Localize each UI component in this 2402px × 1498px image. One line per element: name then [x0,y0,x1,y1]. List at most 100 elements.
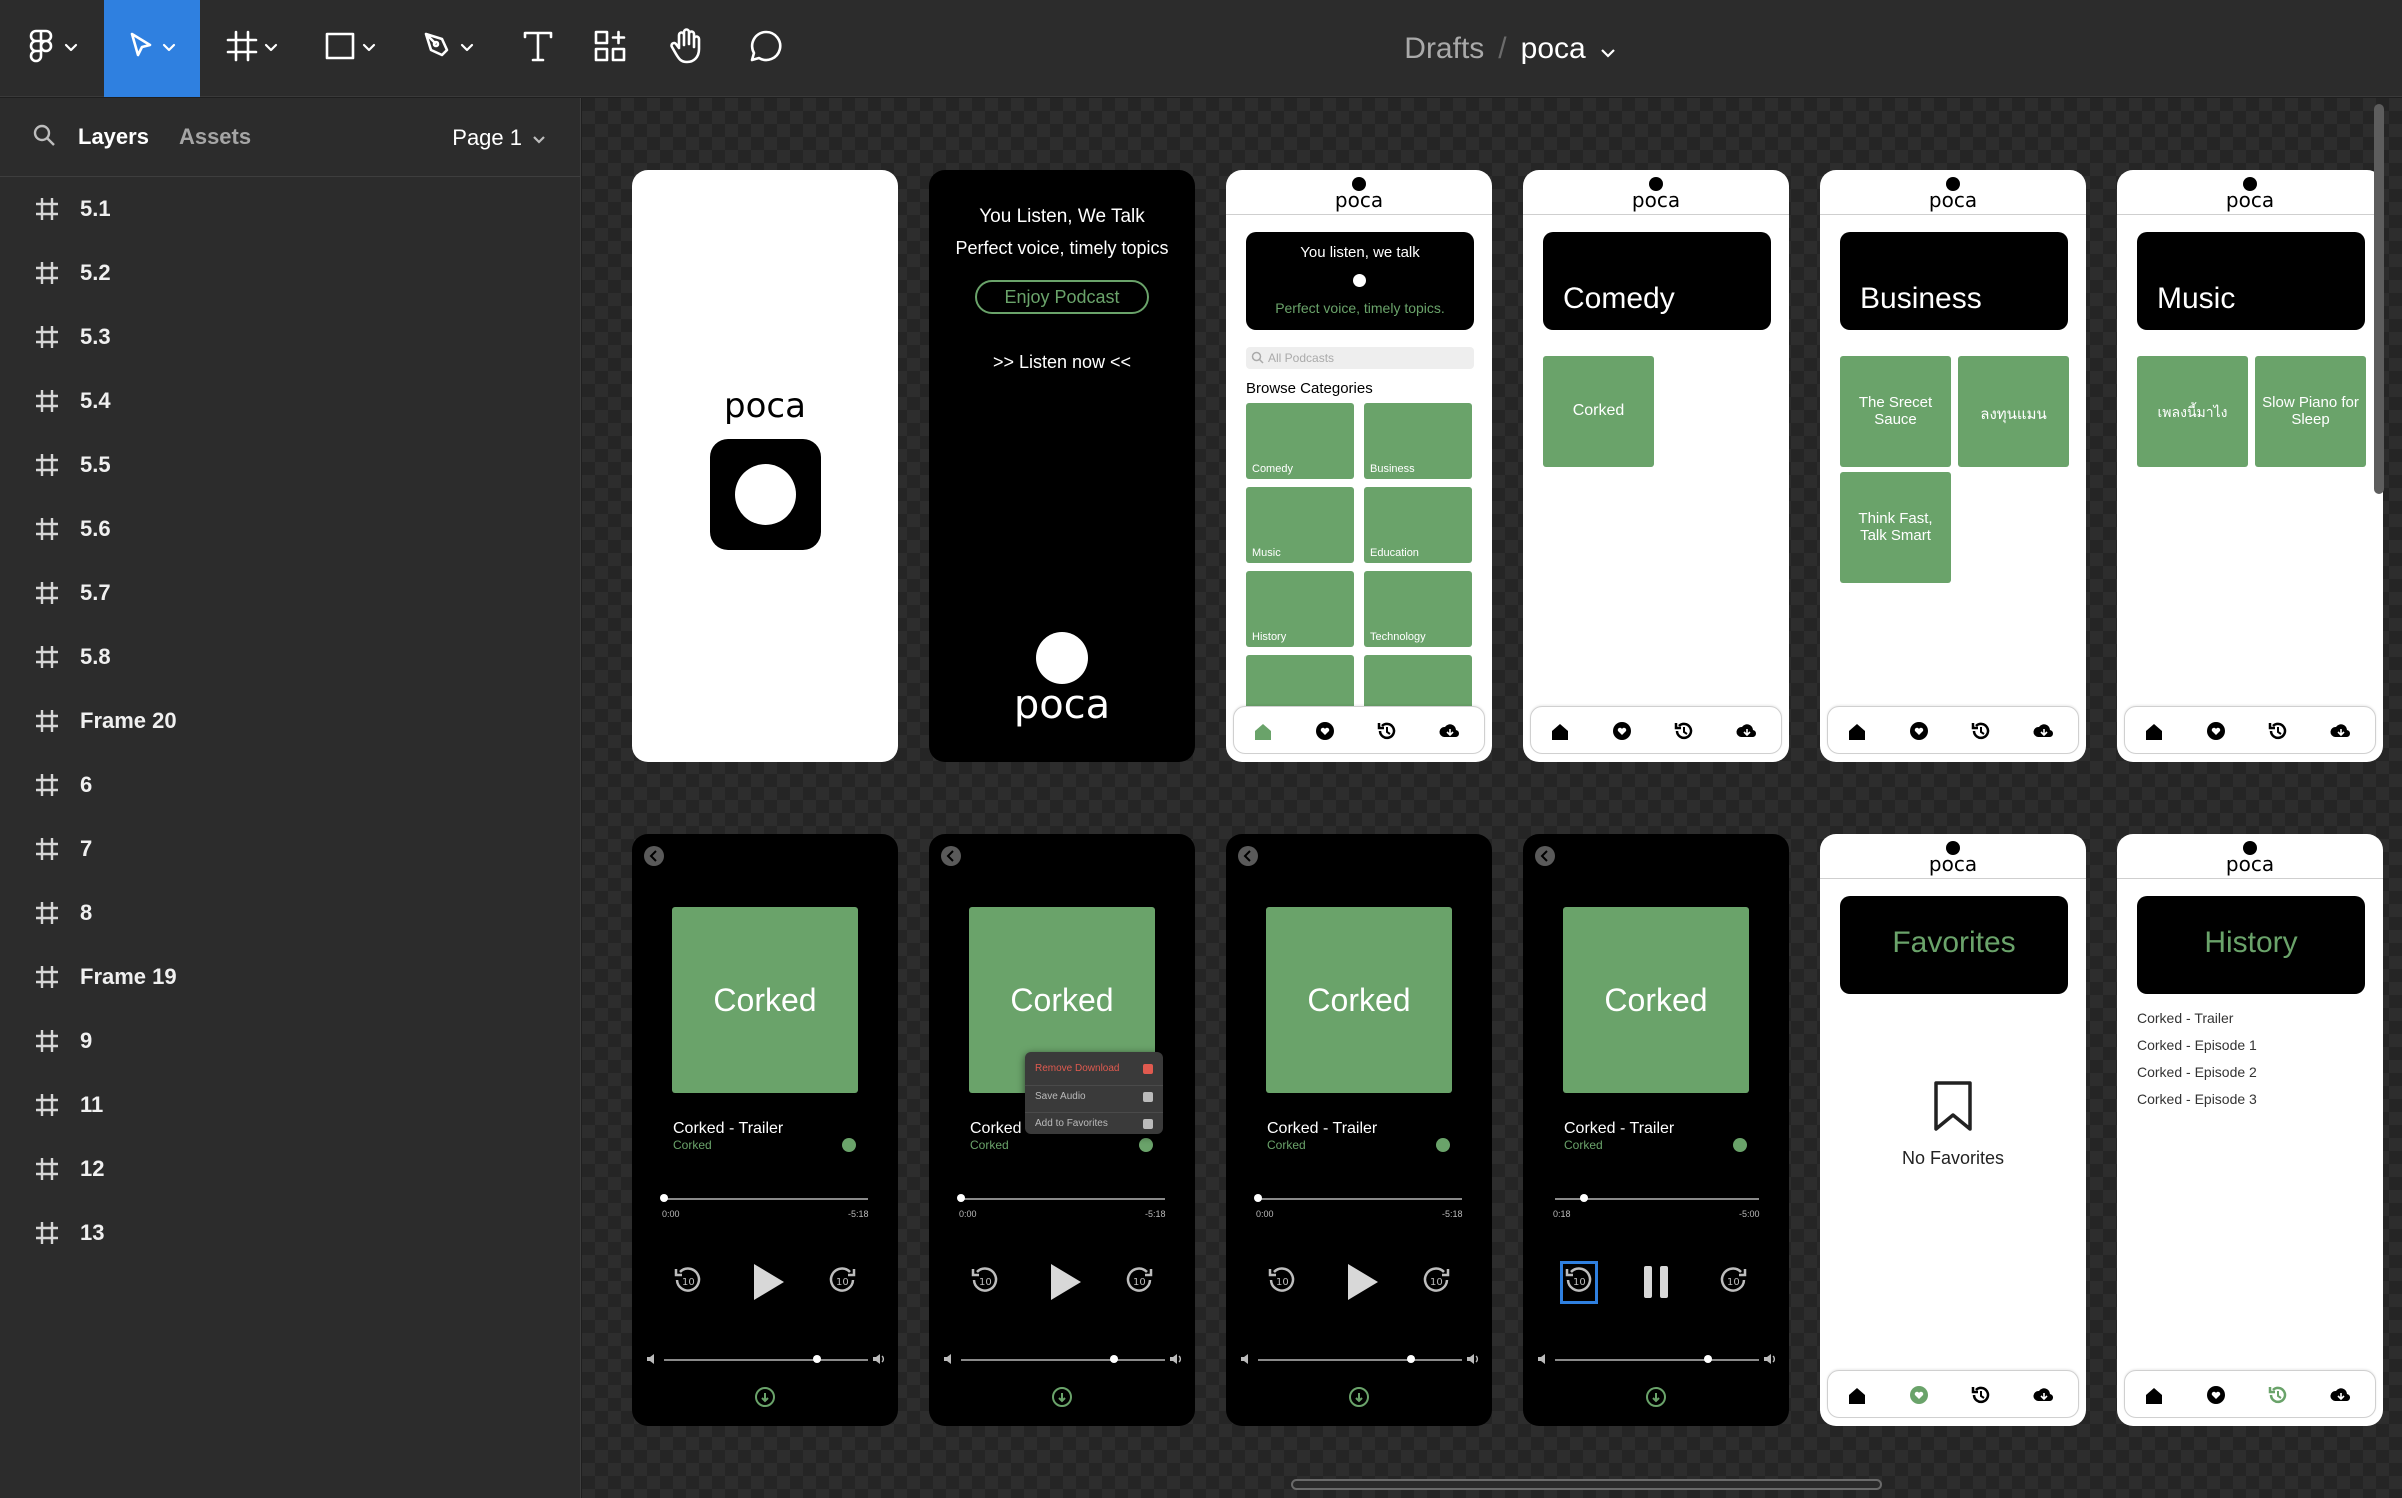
nav-download-icon[interactable] [2329,720,2351,742]
comment-tool-button[interactable] [732,0,800,97]
nav-home-icon[interactable] [2143,720,2165,742]
frame-comedy[interactable]: poca Comedy Corked [1523,170,1789,762]
layer-row[interactable]: 11 [0,1081,581,1129]
layer-row[interactable]: 5.8 [0,633,581,681]
frame-player-menu[interactable]: Corked Corked Corked 0:00 -5:18 10 10 Remove Do… [929,834,1195,1426]
nav-heart-icon[interactable] [1314,720,1336,742]
nav-home-icon[interactable] [1549,720,1571,742]
progress-knob[interactable] [1579,1194,1588,1202]
frame-favorites[interactable]: poca Favorites No Favorites [1820,834,2086,1426]
back-button[interactable] [941,846,961,866]
frame-history[interactable]: poca History Corked - Trailer Corked - E… [2117,834,2383,1426]
frame-splash[interactable]: poca [632,170,898,762]
rewind-10-icon[interactable]: 10 [1266,1264,1298,1301]
nav-history-icon[interactable] [1970,720,1992,742]
volume-track[interactable] [1258,1359,1462,1361]
enjoy-podcast-button[interactable]: Enjoy Podcast [975,280,1149,314]
more-options-icon[interactable] [1139,1138,1153,1152]
vertical-scrollbar[interactable] [2374,104,2384,494]
frame-home[interactable]: poca You listen, we talk Perfect voice, … [1226,170,1492,762]
volume-knob[interactable] [1704,1355,1712,1363]
nav-history-icon[interactable] [1376,720,1398,742]
more-options-icon[interactable] [1733,1138,1747,1152]
forward-10-icon[interactable]: 10 [1123,1264,1155,1301]
play-icon[interactable] [750,1262,786,1307]
nav-heart-icon[interactable] [1908,720,1930,742]
category-tile[interactable]: Technology [1364,571,1472,647]
nav-home-icon[interactable] [1846,1384,1868,1406]
history-item[interactable]: Corked - Trailer [2137,1010,2233,1026]
nav-heart-icon[interactable] [1611,720,1633,742]
layer-row[interactable]: 5.4 [0,377,581,425]
library-icon[interactable] [1050,1385,1074,1409]
pause-icon[interactable] [1641,1264,1671,1305]
nav-download-icon[interactable] [2032,1384,2054,1406]
layer-row[interactable]: 5.7 [0,569,581,617]
layer-row[interactable]: Frame 19 [0,953,581,1001]
show-name[interactable]: Corked [970,1138,1009,1152]
nav-home-icon[interactable] [1252,720,1274,742]
podcast-tile[interactable]: เพลงนี้มาไง [2137,356,2248,467]
main-menu-button[interactable] [0,0,104,97]
progress-track[interactable] [961,1198,1165,1200]
play-icon[interactable] [1344,1262,1380,1307]
search-input[interactable]: All Podcasts [1246,347,1474,369]
progress-knob[interactable] [1254,1194,1262,1202]
resources-tool-button[interactable] [578,0,642,97]
layer-row[interactable]: 9 [0,1017,581,1065]
category-tile[interactable]: Business [1364,403,1472,479]
nav-history-icon[interactable] [2267,1384,2289,1406]
layer-row[interactable]: 5.2 [0,249,581,297]
volume-knob[interactable] [813,1355,821,1363]
nav-heart-icon[interactable] [2205,1384,2227,1406]
layer-row[interactable]: 5.6 [0,505,581,553]
history-item[interactable]: Corked - Episode 1 [2137,1037,2257,1053]
context-menu-item[interactable]: Remove Download [1025,1058,1163,1082]
nav-heart-icon[interactable] [1908,1384,1930,1406]
layer-row[interactable]: 5.5 [0,441,581,489]
nav-download-icon[interactable] [2032,720,2054,742]
podcast-tile[interactable]: ลงทุนแมน [1958,356,2069,467]
volume-track[interactable] [1555,1359,1759,1361]
forward-10-icon[interactable]: 10 [826,1264,858,1301]
category-tile[interactable]: History [1246,571,1354,647]
progress-track[interactable] [1258,1198,1462,1200]
search-icon[interactable] [32,123,56,152]
layer-row[interactable]: 5.3 [0,313,581,361]
volume-knob[interactable] [1407,1355,1415,1363]
show-name[interactable]: Corked [1564,1138,1603,1152]
frame-tool-button[interactable] [212,0,292,97]
nav-heart-icon[interactable] [2205,720,2227,742]
tab-layers[interactable]: Layers [78,124,149,150]
nav-home-icon[interactable] [2143,1384,2165,1406]
file-name[interactable]: poca [1521,32,1586,66]
layer-row[interactable]: 5.1 [0,185,581,233]
show-name[interactable]: Corked [1267,1138,1306,1152]
show-name[interactable]: Corked [673,1138,712,1152]
back-button[interactable] [644,846,664,866]
volume-knob[interactable] [1110,1355,1118,1363]
layer-row[interactable]: Frame 20 [0,697,581,745]
nav-history-icon[interactable] [2267,720,2289,742]
layer-row[interactable]: 13 [0,1209,581,1257]
layer-row[interactable]: 12 [0,1145,581,1193]
play-icon[interactable] [1047,1262,1083,1307]
frame-intro[interactable]: You Listen, We Talk Perfect voice, timel… [929,170,1195,762]
context-menu-item[interactable]: Add to Favorites [1025,1112,1163,1136]
library-icon[interactable] [753,1385,777,1409]
podcast-tile[interactable]: Corked [1543,356,1654,467]
listen-now-link[interactable]: >> Listen now << [929,352,1195,373]
layer-row[interactable]: 8 [0,889,581,937]
horizontal-scrollbar[interactable] [1291,1479,1882,1490]
frame-music[interactable]: poca Music เพลงนี้มาไง Slow Piano for Sl… [2117,170,2383,762]
progress-knob[interactable] [957,1194,965,1202]
pen-tool-button[interactable] [408,0,488,97]
forward-10-icon[interactable]: 10 [1717,1264,1749,1301]
back-button[interactable] [1535,846,1555,866]
nav-download-icon[interactable] [1735,720,1757,742]
text-tool-button[interactable] [506,0,570,97]
more-options-icon[interactable] [842,1138,856,1152]
rewind-10-icon[interactable]: 10 [672,1264,704,1301]
layer-row[interactable]: 6 [0,761,581,809]
frame-player-trailer[interactable]: Corked Corked - Trailer Corked 0:00 -5:18 10 1… [632,834,898,1426]
